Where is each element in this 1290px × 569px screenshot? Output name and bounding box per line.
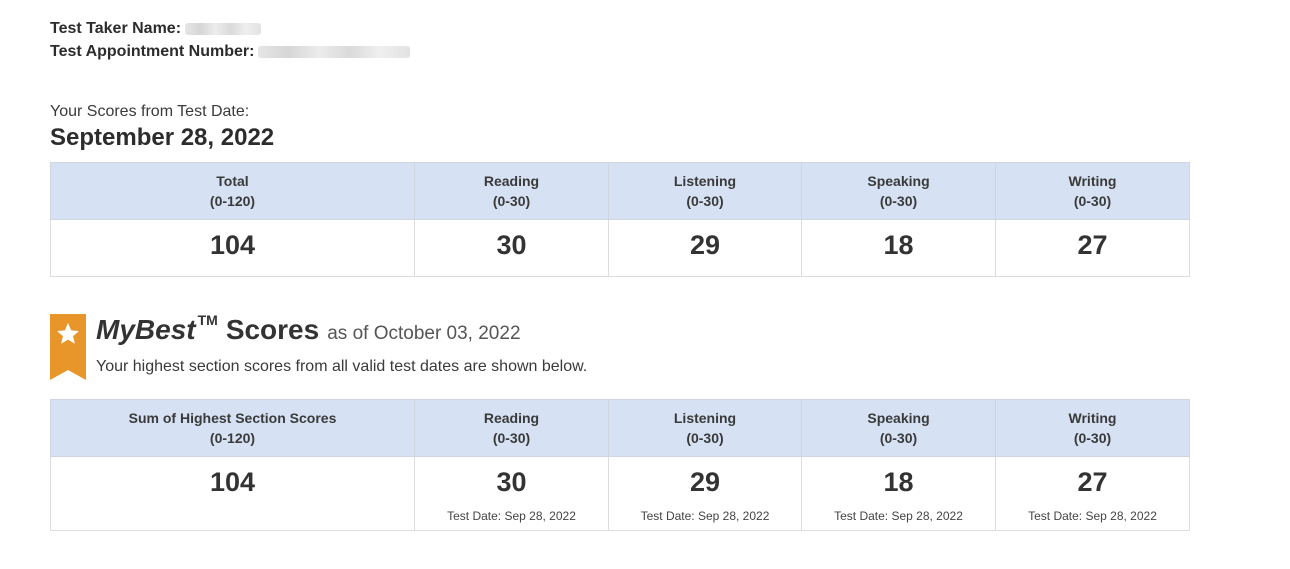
best-speaking-date: Test Date: Sep 28, 2022 [834, 509, 963, 523]
header-writing: Writing (0-30) [995, 162, 1190, 220]
mybest-value-row: 104 30 Test Date: Sep 28, 2022 29 Test Dat… [50, 456, 1190, 531]
appointment-number-label: Test Appointment Number: [50, 43, 255, 60]
header-best-listening: Listening (0-30) [608, 399, 802, 457]
test-taker-name-label: Test Taker Name: [50, 20, 182, 37]
test-taker-name-row: Test Taker Name: [50, 17, 410, 40]
mybest-title: MyBest TM Scores as of October 03, 2022 [96, 312, 521, 346]
test-date-heading: September 28, 2022 [50, 124, 275, 151]
header-sum-highest: Sum of Highest Section Scores (0-120) [50, 399, 415, 457]
trademark-mark: TM [197, 312, 218, 328]
mybest-as-of-date: as of October 03, 2022 [327, 323, 521, 344]
best-score-speaking: 18 Test Date: Sep 28, 2022 [801, 456, 996, 531]
redacted-name [185, 22, 262, 35]
best-score-writing: 27 Test Date: Sep 28, 2022 [995, 456, 1190, 531]
header-reading: Reading (0-30) [414, 162, 609, 220]
header-best-writing: Writing (0-30) [995, 399, 1190, 457]
mybest-header-row: Sum of Highest Section Scores (0-120) Rea… [50, 399, 1190, 457]
test-taker-info: Test Taker Name: Test Appointment Number… [50, 17, 411, 63]
header-total: Total (0-120) [50, 162, 415, 220]
best-writing-date: Test Date: Sep 28, 2022 [1028, 509, 1157, 523]
best-listening-date: Test Date: Sep 28, 2022 [640, 509, 770, 523]
mybest-scores-word: Scores [225, 314, 320, 345]
header-best-reading: Reading (0-30) [414, 399, 609, 457]
redacted-appointment-number [258, 45, 411, 58]
score-total: 104 [50, 219, 415, 277]
mybest-scores-table: Sum of Highest Section Scores (0-120) Rea… [50, 399, 1190, 531]
best-score-listening: 29 Test Date: Sep 28, 2022 [608, 456, 802, 531]
scores-from-label: Your Scores from Test Date: [50, 103, 250, 120]
score-listening: 29 [608, 219, 802, 277]
mybest-description: Your highest section scores from all val… [96, 358, 588, 375]
best-reading-date: Test Date: Sep 28, 2022 [447, 509, 576, 523]
star-ribbon-icon [50, 314, 86, 380]
header-speaking: Speaking (0-30) [801, 162, 996, 220]
score-reading: 30 [414, 219, 609, 277]
current-scores-value-row: 104 30 29 18 27 [50, 219, 1190, 277]
mybest-brand: MyBest [96, 314, 196, 345]
best-score-sum: 104 [50, 456, 415, 531]
header-listening: Listening (0-30) [608, 162, 802, 220]
current-scores-table: Total (0-120) Reading (0-30) Listening (0-3… [50, 162, 1190, 277]
score-writing: 27 [995, 219, 1190, 277]
score-speaking: 18 [801, 219, 996, 277]
appointment-number-row: Test Appointment Number: [50, 40, 411, 63]
current-scores-header-row: Total (0-120) Reading (0-30) Listening (0-3… [50, 162, 1190, 220]
header-best-speaking: Speaking (0-30) [801, 399, 996, 457]
best-score-reading: 30 Test Date: Sep 28, 2022 [414, 456, 609, 531]
